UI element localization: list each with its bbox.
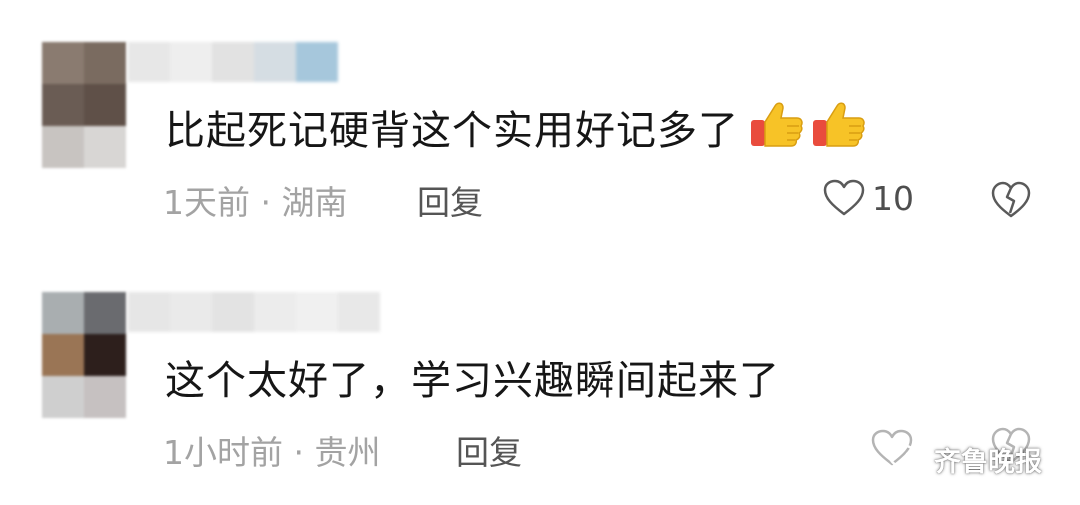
avatar-pixel (42, 126, 84, 168)
comment-list: 比起死记硬背这个实用好记多了 1天前 · 湖南 回复 10 这个太好了，学习兴趣… (0, 0, 1080, 505)
avatar-pixel (42, 376, 84, 418)
username-pixel (254, 292, 296, 332)
thumbs-up-icon (751, 102, 803, 147)
username-pixel (212, 292, 254, 332)
username-blurred[interactable] (128, 42, 338, 82)
comment-meta: 1小时前 · 贵州 (163, 433, 381, 472)
broken-heart-icon (991, 181, 1031, 218)
avatar-pixel (84, 84, 126, 126)
avatar-pixel (42, 292, 84, 334)
username-blurred[interactable] (128, 292, 380, 332)
comment-meta: 1天前 · 湖南 (163, 183, 348, 222)
avatar-pixel (42, 334, 84, 376)
comment-text-content: 比起死记硬背这个实用好记多了 (165, 108, 739, 154)
heart-icon (823, 179, 865, 216)
username-pixel (254, 42, 296, 82)
reply-button[interactable]: 回复 (417, 176, 483, 224)
avatar-pixel (42, 42, 84, 84)
avatar-pixel (84, 42, 126, 84)
username-pixel (128, 292, 170, 332)
avatar-pixel (84, 126, 126, 168)
avatar-pixel (42, 84, 84, 126)
username-pixel (296, 42, 338, 82)
avatar-pixel (84, 334, 126, 376)
username-pixel (296, 292, 338, 332)
like-count: 10 (872, 178, 914, 218)
thumbs-up-emoji-group (749, 98, 873, 150)
avatar-pixel (84, 376, 126, 418)
username-pixel (170, 42, 212, 82)
comment-text: 这个太好了，学习兴趣瞬间起来了 (165, 358, 780, 404)
reply-button[interactable]: 回复 (456, 426, 522, 474)
watermark-text: 齐鲁晚报 (934, 447, 1042, 478)
comment-item: 比起死记硬背这个实用好记多了 1天前 · 湖南 回复 10 (0, 0, 1080, 250)
wechat-icon (888, 443, 928, 476)
username-pixel (128, 42, 170, 82)
watermark: 齐鲁晚报 (888, 440, 1042, 479)
avatar[interactable] (42, 292, 126, 418)
avatar-pixel (84, 292, 126, 334)
like-button[interactable]: 10 (822, 178, 914, 218)
dislike-button[interactable] (990, 180, 1032, 224)
avatar[interactable] (42, 42, 126, 168)
username-pixel (338, 292, 380, 332)
thumbs-up-icon (813, 102, 865, 147)
comment-text: 比起死记硬背这个实用好记多了 (165, 98, 873, 156)
username-pixel (212, 42, 254, 82)
username-pixel (170, 292, 212, 332)
